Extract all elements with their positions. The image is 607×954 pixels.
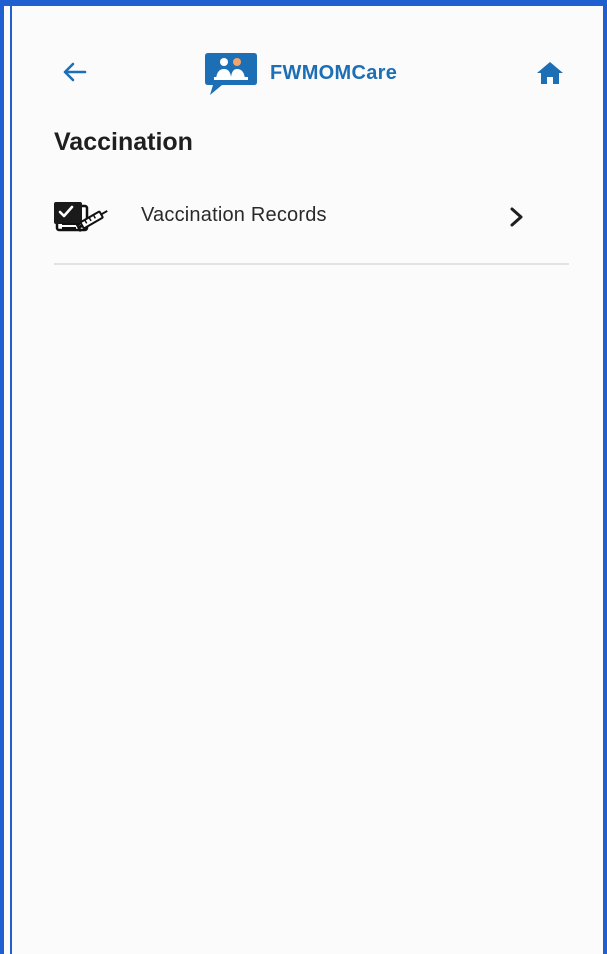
- divider: [54, 263, 569, 265]
- app-header: FWMOMCare: [12, 6, 603, 116]
- app-name: FWMOMCare: [270, 61, 398, 84]
- frame-inner-line: [10, 6, 12, 954]
- menu-item-vaccination-records[interactable]: Vaccination Records: [54, 190, 569, 264]
- brand: FWMOMCare: [204, 50, 397, 96]
- back-button[interactable]: [59, 57, 89, 87]
- chat-bubble-family-icon: [205, 53, 257, 95]
- vaccine-record-icon: [54, 202, 108, 232]
- home-icon: [537, 62, 563, 84]
- page-title: Vaccination: [54, 128, 193, 156]
- home-button[interactable]: [534, 58, 566, 88]
- chevron-right-icon: [510, 207, 523, 227]
- menu-item-label: Vaccination Records: [141, 204, 327, 226]
- arrow-left-icon: [63, 62, 87, 82]
